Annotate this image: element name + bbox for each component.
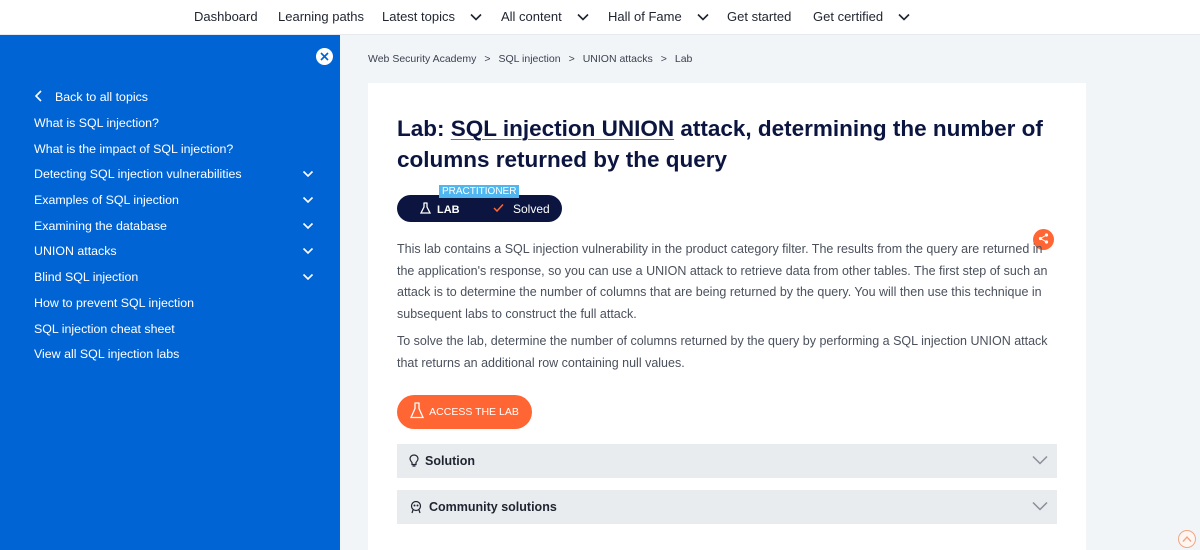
lab-instructions: To solve the lab, determine the number o… bbox=[397, 334, 1048, 370]
sidebar-item-label: Examples of SQL injection bbox=[34, 193, 179, 207]
main-content: Web Security Academy > SQL injection > U… bbox=[340, 35, 1200, 550]
top-navigation: Dashboard Learning paths Latest topics A… bbox=[0, 0, 1200, 35]
scroll-to-top-button[interactable] bbox=[1178, 530, 1196, 548]
flask-icon bbox=[419, 202, 432, 217]
chevron-down-icon[interactable] bbox=[302, 194, 314, 206]
sidebar-item-label: How to prevent SQL injection bbox=[34, 296, 195, 310]
sidebar-item-detecting[interactable]: Detecting SQL injection vulnerabilities bbox=[34, 163, 314, 185]
nav-get-started-label: Get started bbox=[727, 9, 792, 24]
access-lab-label: ACCESS THE LAB bbox=[429, 406, 519, 418]
nav-dashboard-label: Dashboard bbox=[194, 9, 258, 24]
community-solutions-accordion[interactable]: Community solutions bbox=[397, 490, 1057, 524]
nav-latest-topics-label: Latest topics bbox=[382, 9, 455, 24]
breadcrumb-current: Lab bbox=[674, 53, 693, 65]
chevron-down-icon bbox=[696, 10, 710, 24]
close-icon bbox=[320, 48, 329, 66]
title-prefix: Lab: bbox=[397, 116, 451, 141]
nav-all-content[interactable]: All content bbox=[501, 9, 590, 24]
chevron-down-icon bbox=[1031, 499, 1049, 516]
lab-card: Lab: SQL injection UNION attack, determi… bbox=[368, 83, 1086, 550]
chevron-down-icon bbox=[469, 10, 483, 24]
lab-badge-label: LAB bbox=[437, 203, 460, 216]
sidebar-item-label: What is SQL injection? bbox=[34, 116, 159, 130]
page-title: Lab: SQL injection UNION attack, determi… bbox=[397, 113, 1067, 175]
nav-learning-paths[interactable]: Learning paths bbox=[278, 9, 364, 24]
sidebar: Back to all topics What is SQL injection… bbox=[0, 35, 340, 550]
sidebar-item-what-is-sqli[interactable]: What is SQL injection? bbox=[34, 112, 314, 134]
sidebar-item-blind-sqli[interactable]: Blind SQL injection bbox=[34, 266, 314, 288]
lab-status-badge: LAB Solved bbox=[397, 195, 562, 222]
chevron-left-icon bbox=[34, 89, 43, 105]
sidebar-item-label: UNION attacks bbox=[34, 244, 117, 258]
chevron-down-icon bbox=[1031, 453, 1049, 470]
breadcrumb-separator: > bbox=[660, 53, 667, 65]
solution-accordion[interactable]: Solution bbox=[397, 444, 1057, 478]
title-highlight: SQL injection UNION bbox=[450, 116, 675, 141]
solution-label: Solution bbox=[425, 454, 475, 468]
nav-latest-topics[interactable]: Latest topics bbox=[382, 9, 483, 24]
breadcrumb-separator: > bbox=[484, 53, 491, 65]
sidebar-back-to-topics[interactable]: Back to all topics bbox=[34, 86, 314, 108]
sidebar-item-label: View all SQL injection labs bbox=[34, 347, 180, 361]
chevron-down-icon[interactable] bbox=[302, 271, 314, 283]
community-solutions-label: Community solutions bbox=[429, 500, 557, 514]
flask-icon bbox=[410, 402, 425, 422]
lightbulb-icon bbox=[409, 454, 419, 468]
access-lab-button[interactable]: ACCESS THE LAB bbox=[397, 395, 532, 429]
nav-hall-of-fame-label: Hall of Fame bbox=[608, 9, 682, 24]
nav-all-content-label: All content bbox=[501, 9, 562, 24]
breadcrumb-sql-injection[interactable]: SQL injection bbox=[499, 53, 561, 65]
sidebar-item-label: Blind SQL injection bbox=[34, 270, 139, 284]
close-sidebar-button[interactable] bbox=[316, 48, 333, 65]
sidebar-item-label: SQL injection cheat sheet bbox=[34, 322, 175, 336]
chevron-down-icon[interactable] bbox=[302, 245, 314, 257]
sidebar-item-prevent[interactable]: How to prevent SQL injection bbox=[34, 292, 314, 314]
chevron-down-icon[interactable] bbox=[302, 168, 314, 180]
lab-status-label: Solved bbox=[513, 202, 550, 216]
chevron-down-icon[interactable] bbox=[302, 220, 314, 232]
sidebar-item-cheat-sheet[interactable]: SQL injection cheat sheet bbox=[34, 318, 314, 340]
sidebar-item-examining-db[interactable]: Examining the database bbox=[34, 215, 314, 237]
breadcrumb-union-attacks[interactable]: UNION attacks bbox=[583, 53, 653, 65]
chevron-down-icon bbox=[897, 10, 911, 24]
sidebar-item-union-attacks[interactable]: UNION attacks bbox=[34, 240, 314, 262]
sidebar-back-label: Back to all topics bbox=[55, 90, 148, 104]
breadcrumb-separator: > bbox=[568, 53, 575, 65]
nav-get-certified[interactable]: Get certified bbox=[813, 9, 911, 24]
sidebar-item-examples[interactable]: Examples of SQL injection bbox=[34, 189, 314, 211]
chevron-up-icon bbox=[1182, 530, 1192, 548]
chevron-down-icon bbox=[576, 10, 590, 24]
sidebar-item-label: Examining the database bbox=[34, 219, 167, 233]
breadcrumb: Web Security Academy > SQL injection > U… bbox=[368, 53, 692, 65]
nav-dashboard[interactable]: Dashboard bbox=[194, 9, 258, 24]
sidebar-item-view-all-labs[interactable]: View all SQL injection labs bbox=[34, 343, 314, 365]
sidebar-item-label: What is the impact of SQL injection? bbox=[34, 142, 234, 156]
sidebar-item-label: Detecting SQL injection vulnerabilities bbox=[34, 167, 242, 181]
nav-hall-of-fame[interactable]: Hall of Fame bbox=[608, 9, 710, 24]
lab-description: This lab contains a SQL injection vulner… bbox=[397, 242, 1048, 321]
nav-get-started[interactable]: Get started bbox=[727, 9, 791, 24]
breadcrumb-web-security-academy[interactable]: Web Security Academy bbox=[368, 53, 476, 65]
practitioner-level-tag: PRACTITIONER bbox=[439, 185, 520, 198]
community-icon bbox=[409, 500, 423, 514]
checkmark-icon bbox=[493, 202, 504, 216]
nav-learning-paths-label: Learning paths bbox=[278, 9, 365, 24]
sidebar-item-impact[interactable]: What is the impact of SQL injection? bbox=[34, 138, 314, 160]
nav-get-certified-label: Get certified bbox=[813, 9, 884, 24]
